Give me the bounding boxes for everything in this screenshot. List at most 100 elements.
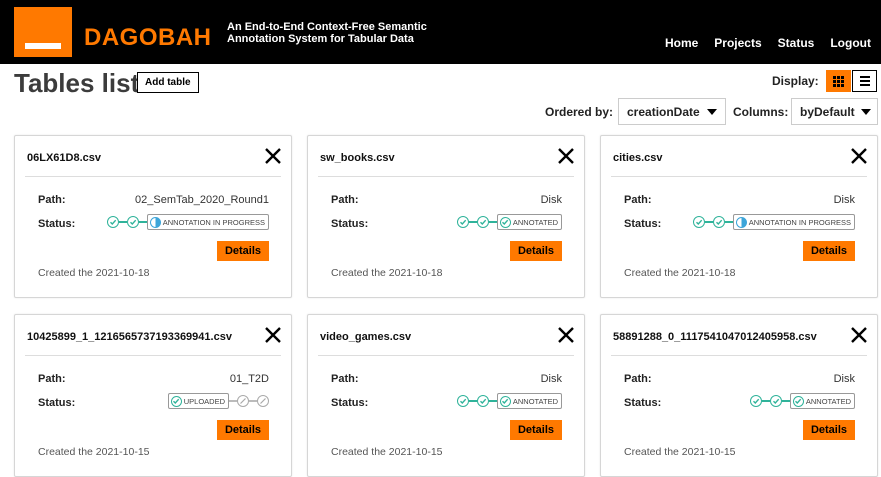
created-date: Created the 2021-10-18 [331, 267, 443, 279]
nav-home[interactable]: Home [665, 36, 698, 50]
card-divider [611, 355, 867, 356]
nav-status[interactable]: Status [778, 36, 815, 50]
check-icon [476, 216, 489, 228]
ordered-by-select[interactable]: creationDate [618, 98, 726, 125]
grid-view-button[interactable] [826, 70, 851, 92]
path-label: Path: [624, 194, 652, 206]
columns-select[interactable]: byDefault [791, 98, 878, 125]
list-view-button[interactable] [852, 70, 877, 92]
path-value: 02_SemTab_2020_Round1 [135, 194, 269, 206]
details-button[interactable]: Details [803, 241, 855, 261]
status-badge: ANNOTATED [789, 393, 855, 409]
chevron-down-icon [860, 108, 871, 115]
brand-name[interactable]: DAGOBAH [84, 24, 212, 52]
check-icon [712, 216, 725, 228]
status-progress: ANNOTATED [456, 393, 562, 409]
path-value: Disk [833, 194, 855, 206]
list-icon [859, 76, 870, 86]
created-date: Created the 2021-10-15 [38, 446, 150, 458]
status-progress: ANNOTATED [456, 214, 562, 230]
status-badge: ANNOTATION IN PROGRESS [146, 214, 269, 230]
path-label: Path: [38, 194, 66, 206]
close-icon[interactable] [556, 325, 576, 345]
path-label: Path: [331, 373, 359, 385]
check-icon [476, 395, 489, 407]
display-label: Display: [772, 74, 819, 88]
table-name[interactable]: video_games.csv [320, 331, 411, 343]
created-date: Created the 2021-10-15 [331, 446, 443, 458]
card-divider [25, 176, 281, 177]
columns-value: byDefault [800, 104, 855, 119]
details-button[interactable]: Details [217, 241, 269, 261]
close-icon[interactable] [263, 325, 283, 345]
card-divider [318, 176, 574, 177]
close-icon[interactable] [556, 146, 576, 166]
check-icon [749, 395, 762, 407]
check-icon [106, 216, 119, 228]
main-nav: Home Projects Status Logout [665, 36, 871, 50]
path-label: Path: [331, 194, 359, 206]
check-icon [499, 395, 511, 407]
check-icon [792, 395, 804, 407]
close-icon[interactable] [849, 325, 869, 345]
path-label: Path: [624, 373, 652, 385]
table-name[interactable]: 58891288_0_1117541047012405958.csv [613, 331, 817, 343]
details-button[interactable]: Details [510, 420, 562, 440]
table-name[interactable]: 10425899_1_1216565737193369941.csv [27, 331, 232, 343]
hourglass-icon [149, 216, 161, 228]
status-progress: ANNOTATION IN PROGRESS [106, 214, 269, 230]
status-progress: ANNOTATION IN PROGRESS [692, 214, 855, 230]
status-badge: ANNOTATED [496, 393, 562, 409]
nav-logout[interactable]: Logout [830, 36, 871, 50]
card-divider [25, 355, 281, 356]
details-button[interactable]: Details [510, 241, 562, 261]
status-label: Status: [38, 218, 76, 230]
check-icon [456, 395, 469, 407]
grid-icon [833, 75, 844, 87]
logo-bar [25, 43, 61, 49]
details-button[interactable]: Details [217, 420, 269, 440]
table-name[interactable]: 06LX61D8.csv [27, 152, 101, 164]
path-value: Disk [540, 373, 562, 385]
details-button[interactable]: Details [803, 420, 855, 440]
table-card: 06LX61D8.csv Path: 02_SemTab_2020_Round1 St… [14, 135, 292, 298]
pending-icon [257, 395, 269, 407]
table-name[interactable]: cities.csv [613, 152, 663, 164]
pending-icon [237, 395, 249, 407]
table-card: 10425899_1_1216565737193369941.csv Path: 0… [14, 314, 292, 477]
path-label: Path: [38, 373, 66, 385]
created-date: Created the 2021-10-18 [38, 267, 150, 279]
close-icon[interactable] [263, 146, 283, 166]
check-icon [769, 395, 782, 407]
status-label: Status: [331, 218, 369, 230]
ordered-by-label: Ordered by: [545, 105, 614, 119]
status-label: Status: [624, 397, 662, 409]
check-icon [126, 216, 139, 228]
path-value: Disk [540, 194, 562, 206]
card-divider [611, 176, 867, 177]
status-progress: UPLOADED [167, 393, 269, 409]
table-name[interactable]: sw_books.csv [320, 152, 395, 164]
check-icon [692, 216, 705, 228]
table-card: 58891288_0_1117541047012405958.csv Path: D… [600, 314, 878, 477]
page-title: Tables list [14, 68, 140, 98]
status-badge: UPLOADED [167, 393, 229, 409]
path-value: 01_T2D [229, 373, 269, 385]
columns-label: Columns: [733, 105, 789, 119]
orange-logo[interactable] [14, 7, 72, 57]
status-label: Status: [38, 397, 76, 409]
chevron-down-icon [707, 108, 717, 115]
table-card: video_games.csv Path: Disk Status: ANNOTATED… [307, 314, 585, 477]
status-badge: ANNOTATION IN PROGRESS [732, 214, 855, 230]
created-date: Created the 2021-10-15 [624, 446, 736, 458]
close-icon[interactable] [849, 146, 869, 166]
check-icon [499, 216, 511, 228]
status-progress: ANNOTATED [749, 393, 855, 409]
top-navbar: DAGOBAH An End-to-End Context-Free Seman… [0, 0, 881, 64]
status-label: Status: [331, 397, 369, 409]
nav-projects[interactable]: Projects [714, 36, 761, 50]
add-table-button[interactable]: Add table [137, 72, 199, 93]
ordered-by-value: creationDate [627, 104, 700, 119]
check-icon [170, 395, 182, 407]
path-value: Disk [833, 373, 855, 385]
